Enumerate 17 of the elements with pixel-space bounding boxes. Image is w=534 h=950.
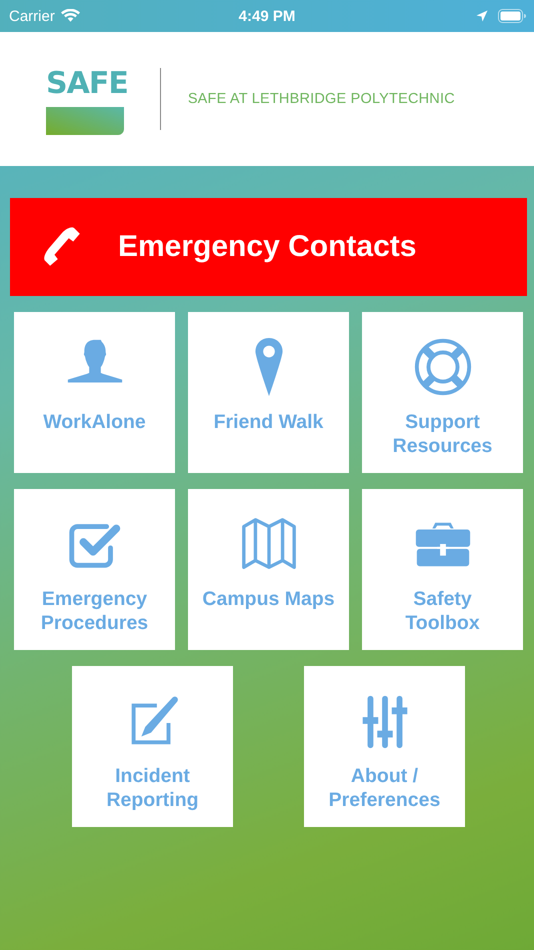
menu-tile[interactable]: Friend Walk (188, 312, 349, 473)
clock-time: 4:49 PM (238, 8, 296, 24)
battery-icon (498, 9, 526, 23)
logo-text: SAFE (46, 64, 129, 102)
menu-tile[interactable]: Support Resources (362, 312, 523, 473)
menu-tile[interactable]: Safety Toolbox (362, 489, 523, 650)
tagline: SAFE AT LETHBRIDGE POLYTECHNIC (188, 91, 455, 107)
wifi-icon (60, 9, 80, 23)
emergency-contacts-button[interactable]: Emergency Contacts (10, 198, 527, 296)
carrier-label: Carrier (9, 8, 55, 24)
logo-swatch-icon (46, 106, 124, 134)
menu-tile[interactable]: Incident Reporting (72, 666, 233, 827)
menu-tile[interactable]: Emergency Procedures (14, 489, 175, 650)
location-arrow-icon (476, 10, 488, 22)
menu-tile[interactable]: Campus Maps (188, 489, 349, 650)
menu-tile[interactable]: WorkAlone (14, 312, 175, 473)
menu-tile[interactable]: About / Preferences (304, 666, 465, 827)
